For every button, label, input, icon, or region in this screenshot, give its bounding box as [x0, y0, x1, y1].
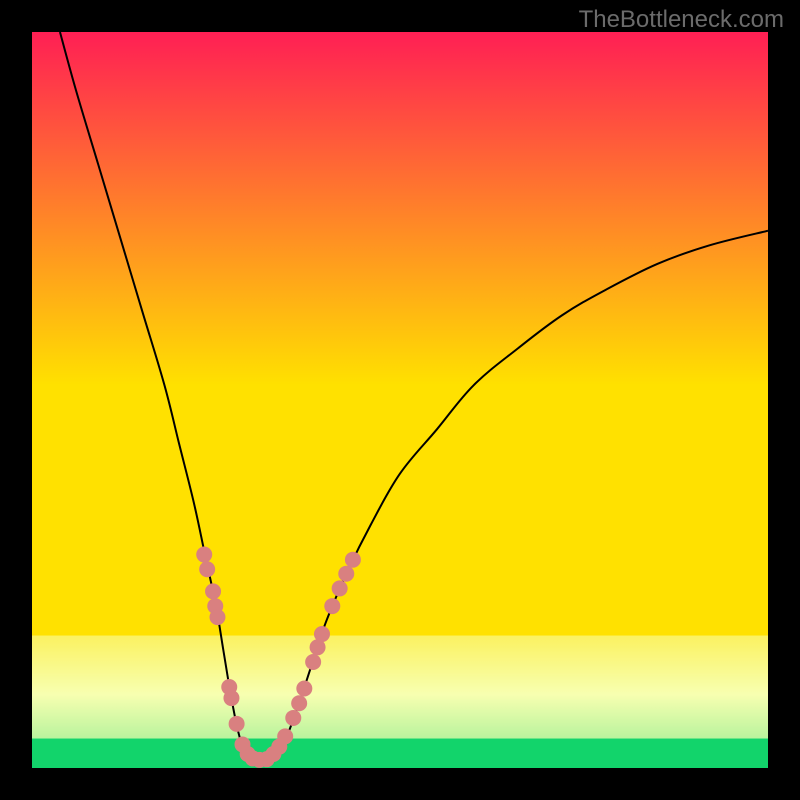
watermark-text: TheBottleneck.com — [579, 6, 784, 34]
green-band — [32, 739, 768, 768]
data-marker — [277, 728, 293, 744]
data-marker — [291, 695, 307, 711]
data-marker — [324, 598, 340, 614]
data-marker — [196, 547, 212, 563]
data-marker — [223, 690, 239, 706]
data-marker — [314, 626, 330, 642]
data-marker — [338, 566, 354, 582]
bottleneck-chart — [32, 32, 768, 768]
data-marker — [305, 654, 321, 670]
data-marker — [285, 710, 301, 726]
data-marker — [296, 681, 312, 697]
data-marker — [332, 580, 348, 596]
chart-frame: TheBottleneck.com — [0, 0, 800, 800]
data-marker — [229, 716, 245, 732]
pale-band — [32, 636, 768, 739]
data-marker — [205, 583, 221, 599]
data-marker — [345, 552, 361, 568]
data-marker — [199, 561, 215, 577]
data-marker — [209, 609, 225, 625]
plot-area — [32, 32, 768, 768]
